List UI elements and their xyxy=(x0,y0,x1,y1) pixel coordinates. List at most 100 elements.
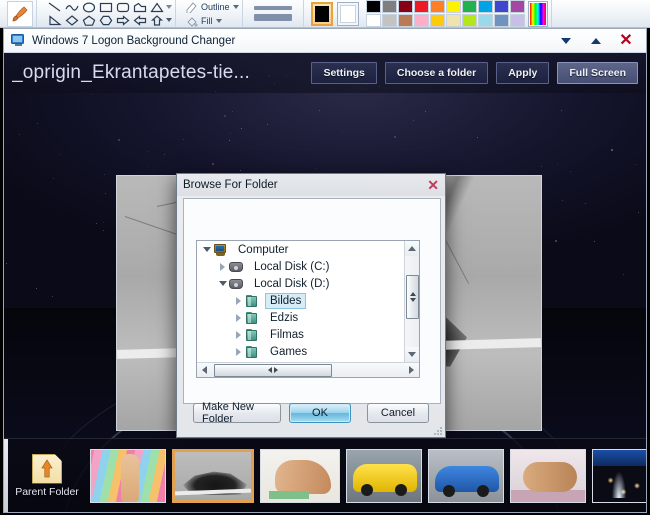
scroll-left-button[interactable] xyxy=(197,362,212,377)
expander-open-icon[interactable] xyxy=(217,281,228,286)
palette-swatch-1-7[interactable] xyxy=(477,14,493,27)
star xyxy=(95,223,97,225)
scroll-right-button[interactable] xyxy=(404,362,419,377)
palette-swatch-1-1[interactable] xyxy=(381,14,397,27)
chevron-up-icon[interactable] xyxy=(166,5,172,9)
polygon-shape[interactable] xyxy=(131,1,148,14)
minimize-button[interactable] xyxy=(558,33,574,49)
resize-grip[interactable] xyxy=(432,425,442,435)
pentagon-shape[interactable] xyxy=(80,14,97,27)
expander-closed-icon[interactable] xyxy=(217,262,228,271)
palette-swatch-1-0[interactable] xyxy=(365,14,381,27)
folder-icon xyxy=(244,294,261,308)
close-button[interactable]: ✕ xyxy=(618,32,634,49)
expander-closed-icon[interactable] xyxy=(233,296,244,305)
folder-tree[interactable]: Computer Local Disk (C:) Local Disk (D:) Bi… xyxy=(196,240,420,378)
palette-swatch-0-5[interactable] xyxy=(445,0,461,13)
thumbnail-striped-portrait[interactable] xyxy=(90,448,166,503)
size-option-thin[interactable] xyxy=(253,6,292,10)
full-screen-button[interactable]: Full Screen xyxy=(557,62,638,84)
palette-swatch-0-1[interactable] xyxy=(381,0,397,13)
shapes-scroll-controls[interactable] xyxy=(166,1,172,27)
palette-swatch-0-4[interactable] xyxy=(429,0,445,13)
right-triangle-shape[interactable] xyxy=(46,14,63,27)
left-arrow-shape[interactable] xyxy=(131,14,148,27)
curve-shape[interactable] xyxy=(63,1,80,14)
disk-icon xyxy=(228,277,245,291)
ok-button[interactable]: OK xyxy=(289,403,351,423)
tree-item-local-disk-c[interactable]: Local Disk (C:) xyxy=(197,258,404,275)
tree-item-bildes[interactable]: Bildes xyxy=(197,292,404,309)
tree-item-computer[interactable]: Computer xyxy=(197,241,404,258)
chevron-down-icon[interactable] xyxy=(232,4,239,9)
cancel-button[interactable]: Cancel xyxy=(367,403,429,423)
palette-swatch-1-8[interactable] xyxy=(493,14,509,27)
right-arrow-shape[interactable] xyxy=(114,14,131,27)
brush-icon[interactable] xyxy=(7,0,33,27)
thumbnail-person-white-room[interactable] xyxy=(260,448,340,503)
tree-item-label: Bildes xyxy=(265,292,307,309)
palette-swatch-0-0[interactable] xyxy=(365,0,381,13)
tree-item-local-disk-d[interactable]: Local Disk (D:) xyxy=(197,275,404,292)
parent-folder-button[interactable]: Parent Folder xyxy=(10,453,84,498)
palette-swatch-1-2[interactable] xyxy=(397,14,413,27)
palette-swatch-0-7[interactable] xyxy=(477,0,493,13)
palette-swatch-0-6[interactable] xyxy=(461,0,477,13)
star xyxy=(229,133,231,135)
outline-button[interactable]: Outline xyxy=(185,1,239,13)
disk-icon xyxy=(228,260,245,274)
maximize-button[interactable] xyxy=(588,33,604,49)
up-arrow-shape[interactable] xyxy=(148,14,165,27)
tree-item-edzis[interactable]: Edzis xyxy=(197,309,404,326)
thumbnail-yellow-car[interactable] xyxy=(346,448,422,503)
rectangle-shape[interactable] xyxy=(97,1,114,14)
palette-swatch-1-9[interactable] xyxy=(509,14,525,27)
chevron-down-icon[interactable] xyxy=(215,18,222,23)
tree-vertical-scrollbar[interactable] xyxy=(404,241,419,362)
tree-item-filmas[interactable]: Filmas xyxy=(197,326,404,343)
thumbnail-blue-car[interactable] xyxy=(428,448,504,503)
color-1-swatch[interactable] xyxy=(310,1,333,26)
line-shape[interactable] xyxy=(46,1,63,14)
expander-closed-icon[interactable] xyxy=(233,347,244,356)
expander-open-icon[interactable] xyxy=(201,247,212,252)
fill-button[interactable]: Fill xyxy=(185,15,239,27)
rounded-rectangle-shape[interactable] xyxy=(114,1,131,14)
dialog-close-button[interactable]: ✕ xyxy=(427,178,439,192)
palette-swatch-1-4[interactable] xyxy=(429,14,445,27)
vertical-scroll-thumb[interactable] xyxy=(406,275,419,319)
star xyxy=(594,241,596,243)
title-bar: Windows 7 Logon Background Changer ✕ xyxy=(4,29,646,53)
expander-closed-icon[interactable] xyxy=(233,313,244,322)
settings-button[interactable]: Settings xyxy=(311,62,377,84)
triangle-shape[interactable] xyxy=(148,1,165,14)
make-new-folder-button[interactable]: Make New Folder xyxy=(193,401,281,425)
palette-swatch-1-6[interactable] xyxy=(461,14,477,27)
palette-swatch-0-2[interactable] xyxy=(397,0,413,13)
tree-horizontal-scrollbar[interactable] xyxy=(197,362,419,377)
edit-colors-icon[interactable] xyxy=(527,0,548,27)
color-2-swatch[interactable] xyxy=(336,1,359,26)
thumbnail-person-on-bed[interactable] xyxy=(510,448,586,503)
hexagon-shape[interactable] xyxy=(97,14,114,27)
palette-swatch-0-9[interactable] xyxy=(509,0,525,13)
scroll-up-button[interactable] xyxy=(404,241,419,256)
size-option-thick[interactable] xyxy=(253,14,292,21)
star xyxy=(19,133,21,135)
expander-closed-icon[interactable] xyxy=(233,330,244,339)
tree-item-games[interactable]: Games xyxy=(197,343,404,360)
horizontal-scroll-thumb[interactable] xyxy=(214,363,332,377)
palette-swatch-0-8[interactable] xyxy=(493,0,509,13)
palette-swatch-1-3[interactable] xyxy=(413,14,429,27)
palette-swatch-1-5[interactable] xyxy=(445,14,461,27)
oval-shape[interactable] xyxy=(80,1,97,14)
palette-swatch-0-3[interactable] xyxy=(413,0,429,13)
thumbnail-car-on-asphalt[interactable] xyxy=(172,448,254,503)
choose-a-folder-button[interactable]: Choose a folder xyxy=(384,62,489,84)
chevron-down-icon[interactable] xyxy=(166,18,172,22)
paint-ribbon: Outline Fill xyxy=(0,0,650,28)
thumbnail-night-city[interactable] xyxy=(592,448,646,503)
scroll-down-button[interactable] xyxy=(404,347,419,362)
diamond-shape[interactable] xyxy=(63,14,80,27)
apply-button[interactable]: Apply xyxy=(496,62,550,84)
